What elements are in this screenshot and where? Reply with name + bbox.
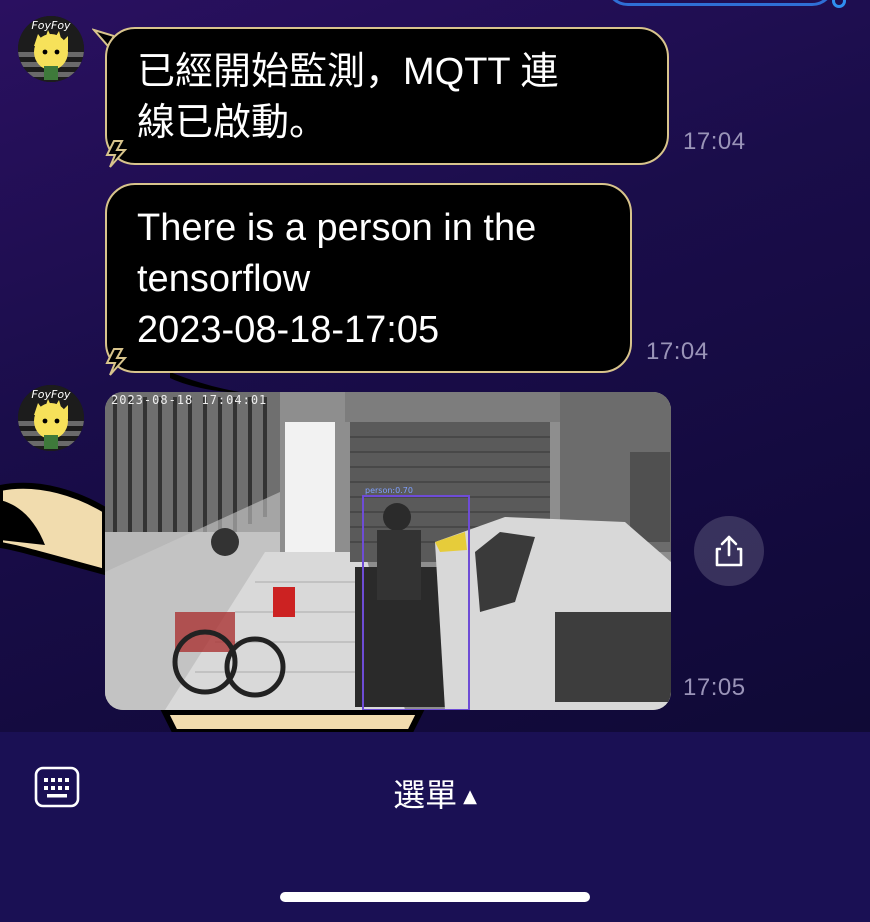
message-text-line: 已經開始監測，MQTT 連: [137, 51, 559, 93]
avatar-text: FoyFoy: [31, 388, 71, 401]
lightning-icon: [105, 348, 128, 376]
home-indicator[interactable]: [280, 892, 590, 902]
share-icon: [715, 535, 743, 567]
camera-snapshot: person:0.70 2023-08-18 17:04:01: [105, 392, 671, 710]
sender-avatar[interactable]: FoyFoy: [18, 385, 84, 451]
avatar-text: FoyFoy: [31, 19, 71, 32]
chat-area[interactable]: FoyFoy 已經開始監測，MQTT 連 線已啟動。 17:04 There i…: [0, 0, 870, 732]
share-button[interactable]: [694, 516, 764, 586]
rich-menu-toggle[interactable]: 選單 ▲: [0, 770, 870, 816]
image-message[interactable]: person:0.70 2023-08-18 17:04:01: [105, 392, 671, 710]
message-time: 17:04: [646, 338, 709, 365]
menu-arrow-icon: ▲: [463, 786, 477, 807]
menu-label-text: 選單: [393, 776, 458, 814]
sender-avatar[interactable]: FoyFoy: [18, 16, 84, 82]
previous-message-edge: [605, 0, 835, 6]
message-text-line: 2023-08-18-17:05: [137, 309, 440, 351]
message-time: 17:04: [683, 128, 746, 155]
message-bubble[interactable]: 已經開始監測，MQTT 連 線已啟動。: [105, 27, 669, 165]
camera-timestamp: 2023-08-18 17:04:01: [111, 393, 267, 407]
message-text-line: 線已啟動。: [137, 102, 328, 144]
message-bubble[interactable]: There is a person in the tensorflow 2023…: [105, 183, 632, 373]
lightning-icon: [105, 140, 128, 168]
message-time: 17:05: [683, 674, 746, 701]
message-text-line: There is a person in the: [137, 207, 537, 249]
bottom-menu-bar: 選單 ▲: [0, 732, 870, 922]
detection-label: person:0.70: [365, 486, 413, 495]
message-text-line: tensorflow: [137, 258, 311, 300]
